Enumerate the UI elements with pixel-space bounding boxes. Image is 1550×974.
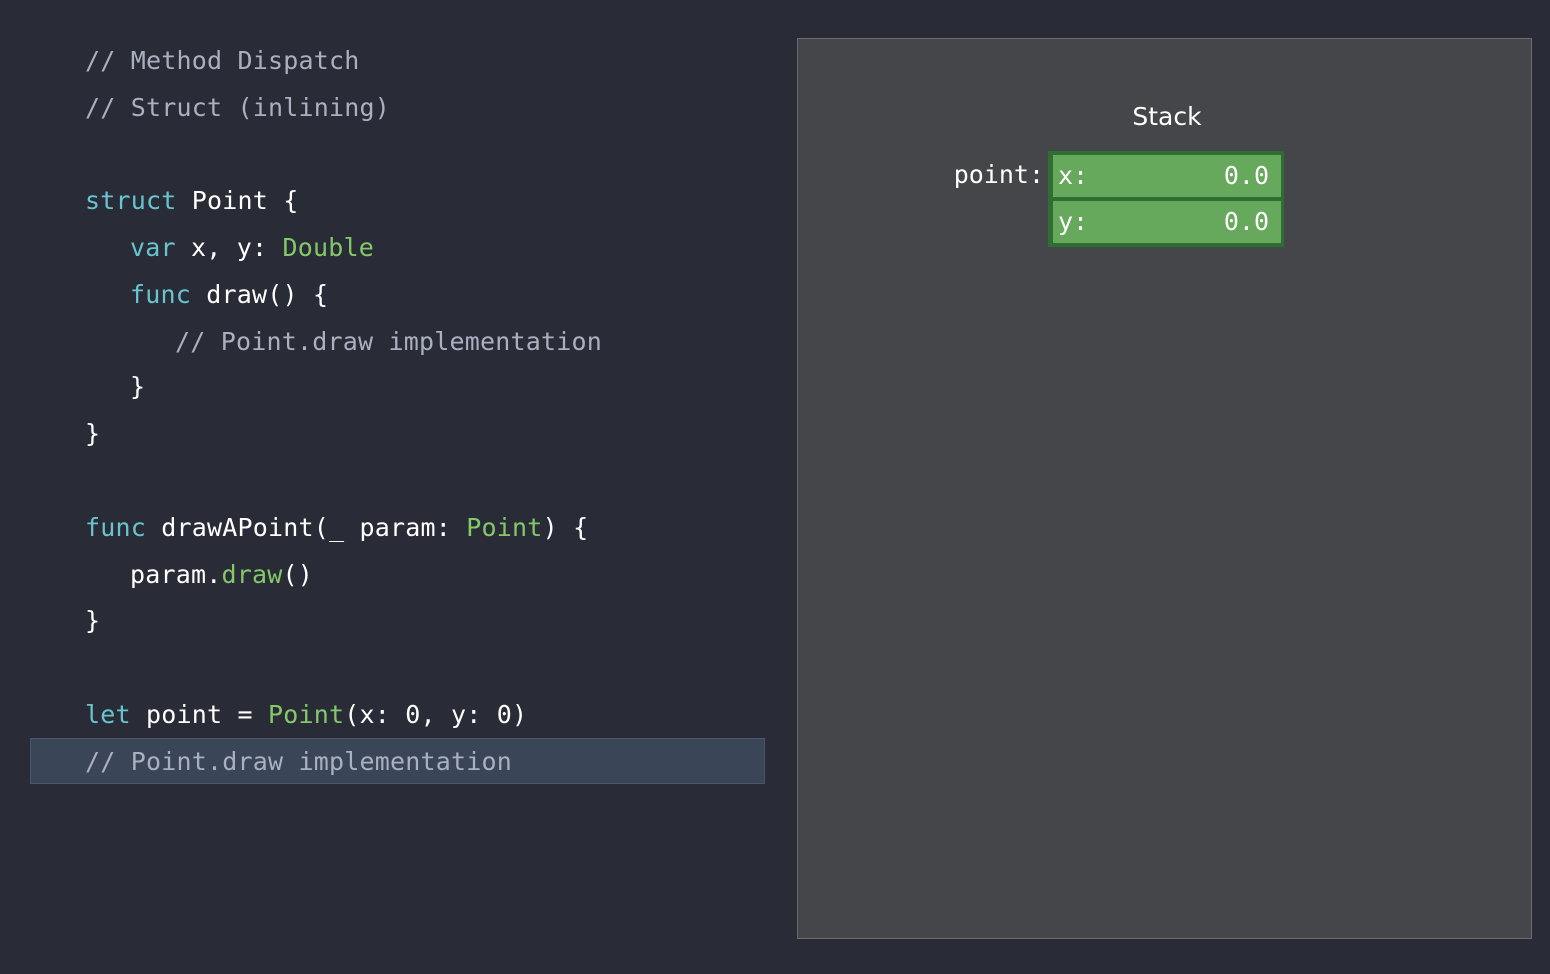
- code-line-comment: // Point.draw implementation: [175, 327, 603, 356]
- keyword-token: var: [130, 233, 176, 262]
- field-value: 0.0: [1223, 207, 1269, 236]
- code-line-func-decl: func drawAPoint(_ param: Point) {: [85, 513, 589, 542]
- code-line-highlighted-comment: // Point.draw implementation: [85, 747, 513, 776]
- method-token: draw: [221, 560, 283, 589]
- stack-variable-label: point:: [953, 160, 1044, 189]
- stack-field-x: x: 0.0: [1053, 155, 1281, 197]
- code-line-struct-decl: struct Point {: [85, 186, 299, 215]
- keyword-token: let: [85, 700, 131, 729]
- stack-title: Stack: [1132, 102, 1202, 131]
- code-line-comment: // Method Dispatch: [85, 46, 360, 75]
- keyword-token: func: [130, 280, 192, 309]
- type-token: Double: [282, 233, 375, 262]
- code-line-brace: }: [85, 606, 101, 635]
- field-name: x:: [1058, 161, 1089, 190]
- field-value: 0.0: [1223, 161, 1269, 190]
- code-line-brace: }: [130, 372, 146, 401]
- code-line-method-call: param.draw(): [130, 560, 314, 589]
- stack-field-y: y: 0.0: [1053, 201, 1281, 243]
- type-token: Point: [466, 513, 543, 542]
- code-line-var-decl: var x, y: Double: [130, 233, 375, 262]
- keyword-token: struct: [85, 186, 177, 215]
- code-line-let-decl: let point = Point(x: 0, y: 0): [85, 700, 528, 729]
- code-line-comment: // Struct (inlining): [85, 93, 391, 122]
- code-line-brace: }: [85, 419, 101, 448]
- keyword-token: func: [85, 513, 147, 542]
- code-line-func-decl: func draw() {: [130, 280, 329, 309]
- field-name: y:: [1058, 207, 1089, 236]
- type-token: Point: [268, 700, 345, 729]
- code-editor: // Method Dispatch // Struct (inlining) …: [0, 0, 780, 974]
